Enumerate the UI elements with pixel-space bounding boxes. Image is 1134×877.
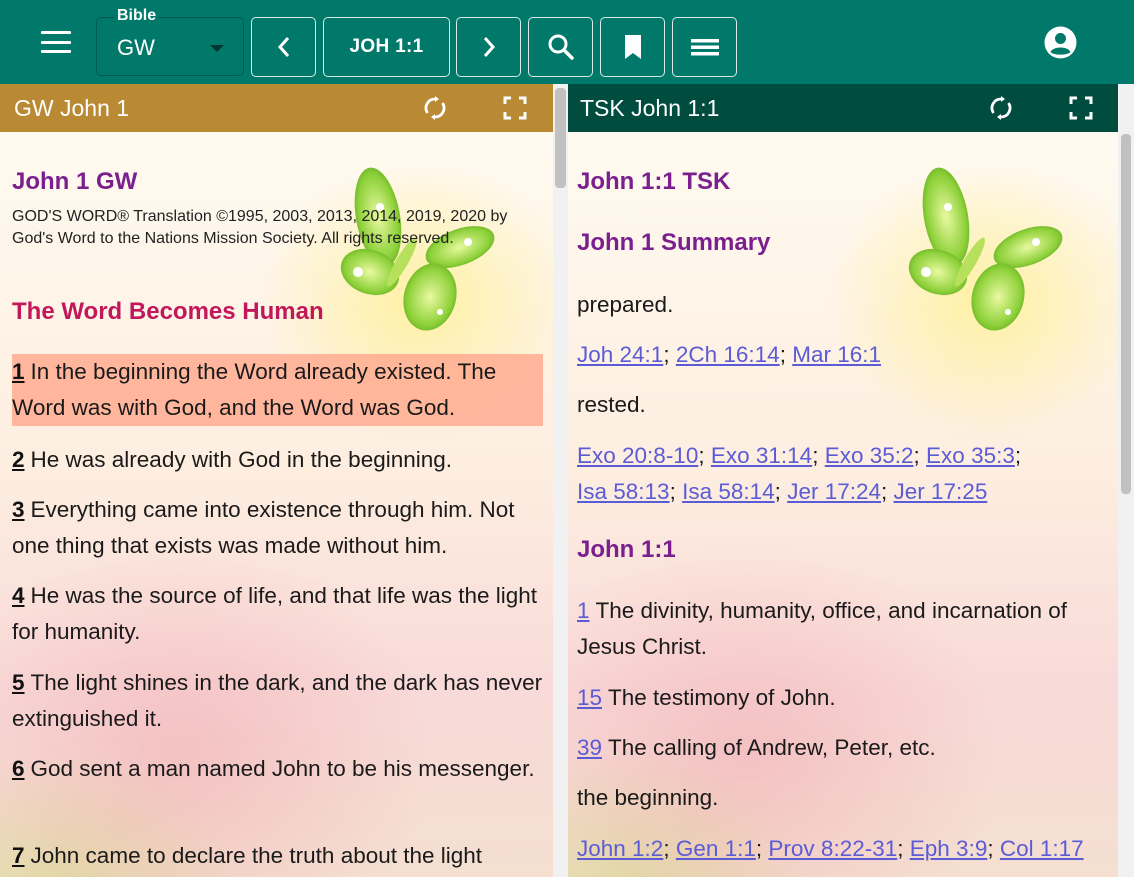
outline-entry-number[interactable]: 39	[577, 735, 602, 760]
left-scrollbar-thumb[interactable]	[555, 88, 566, 188]
verse-number[interactable]: 4	[12, 583, 25, 608]
verse-number[interactable]: 2	[12, 447, 25, 472]
verse-number[interactable]: 5	[12, 670, 25, 695]
verse-text: He was the source of life, and that life…	[12, 583, 538, 644]
fullscreen-icon[interactable]	[502, 95, 528, 121]
cross-reference-link[interactable]: Col 1:17	[1000, 836, 1084, 861]
reference-button[interactable]: JOH 1:1	[323, 17, 450, 77]
verse-5[interactable]: 5 The light shines in the dark, and the d…	[12, 665, 543, 737]
list-icon	[690, 39, 719, 56]
right-scrollbar-thumb[interactable]	[1121, 134, 1131, 494]
verse-number[interactable]: 6	[12, 756, 25, 781]
app-toolbar: Bible GW JOH 1:1	[0, 0, 1134, 84]
bible-select-value: GW	[117, 35, 155, 60]
verse-number[interactable]: 3	[12, 497, 25, 522]
verse-text: The light shines in the dark, and the da…	[12, 670, 543, 731]
bible-version-select[interactable]: Bible GW	[96, 7, 244, 76]
cross-reference-link[interactable]: Joh 24:1	[577, 342, 663, 367]
verse-text: Everything came into existence through h…	[12, 497, 515, 558]
next-chapter-button[interactable]	[456, 17, 521, 77]
cross-references-prepared: Joh 24:1; 2Ch 16:14; Mar 16:1	[577, 342, 881, 367]
keyword-beginning: the beginning.	[577, 785, 719, 810]
book-title: John 1 GW	[12, 168, 138, 195]
caret-down-icon	[210, 45, 224, 52]
chevron-left-icon	[277, 37, 289, 57]
cross-reference-link[interactable]: Prov 8:22-31	[768, 836, 897, 861]
list-button[interactable]	[672, 17, 737, 77]
verse-text: God sent a man named John to be his mess…	[30, 756, 535, 781]
verse-7[interactable]: 7 John came to declare the truth about th…	[12, 838, 543, 874]
cross-reference-link[interactable]: Exo 20:8-10	[577, 443, 698, 468]
verse-2[interactable]: 2 He was already with God in the beginnin…	[12, 442, 543, 478]
outline-entry-text: The testimony of John.	[608, 685, 836, 710]
outline-entry-number[interactable]: 15	[577, 685, 602, 710]
right-pane-content[interactable]: John 1:1 TSK John 1 Summary prepared. Jo…	[568, 132, 1118, 877]
outline-entry-number[interactable]: 1	[577, 598, 590, 623]
cross-references-beginning: John 1:2; Gen 1:1; Prov 8:22-31; Eph 3:9…	[577, 836, 1084, 861]
cross-reference-link[interactable]: Gen 1:1	[676, 836, 756, 861]
cross-reference-link[interactable]: John 1:2	[577, 836, 663, 861]
cross-reference-link[interactable]: Exo 35:3	[926, 443, 1015, 468]
fullscreen-icon[interactable]	[1068, 95, 1094, 121]
cross-reference-link[interactable]: Exo 31:14	[711, 443, 812, 468]
outline-entry: 15 The testimony of John.	[577, 680, 1107, 716]
sync-icon[interactable]	[988, 95, 1014, 121]
outline-entry-text: The calling of Andrew, Peter, etc.	[608, 735, 936, 760]
keyword-rested: rested.	[577, 392, 646, 417]
outline-entry: 39 The calling of Andrew, Peter, etc.	[577, 730, 1107, 766]
section-title: The Word Becomes Human	[12, 298, 324, 325]
cross-reference-link[interactable]: Eph 3:9	[910, 836, 988, 861]
left-pane-title: GW John 1	[14, 94, 130, 121]
tsk-title: John 1:1 TSK	[577, 168, 731, 195]
copyright-text: GOD'S WORD® Translation ©1995, 2003, 201…	[12, 208, 508, 247]
verse-text: John came to declare the truth about the…	[30, 843, 483, 868]
verse-6[interactable]: 6 God sent a man named John to be his mes…	[12, 751, 543, 787]
cross-reference-link[interactable]: Isa 58:14	[682, 479, 775, 504]
verse-number[interactable]: 7	[12, 843, 25, 868]
cross-reference-link[interactable]: Mar 16:1	[792, 342, 881, 367]
sync-icon[interactable]	[422, 95, 448, 121]
verse-text: In the beginning the Word already existe…	[12, 359, 497, 420]
search-icon	[548, 34, 574, 60]
verse-number[interactable]: 1	[12, 359, 25, 384]
menu-icon[interactable]	[38, 28, 74, 56]
right-scrollbar[interactable]	[1118, 84, 1134, 877]
search-button[interactable]	[528, 17, 593, 77]
butterfly-image	[340, 167, 495, 331]
left-pane-content[interactable]: John 1 GW GOD'S WORD® Translation ©1995,…	[0, 132, 553, 877]
chevron-right-icon	[483, 37, 495, 57]
bookmark-icon	[624, 35, 641, 59]
cross-reference-link[interactable]: 2Ch 16:14	[676, 342, 780, 367]
cross-references-rested-1: Exo 20:8-10; Exo 31:14; Exo 35:2; Exo 35…	[577, 443, 1022, 468]
right-pane-title: TSK John 1:1	[580, 94, 720, 121]
cross-reference-link[interactable]: Jer 17:24	[787, 479, 881, 504]
verse-text: He was already with God in the beginning…	[30, 447, 453, 472]
verse-4[interactable]: 4 He was the source of life, and that lif…	[12, 578, 543, 650]
cross-references-rested-2: Isa 58:13; Isa 58:14; Jer 17:24; Jer 17:…	[577, 479, 988, 504]
outline-entry: 1 The divinity, humanity, office, and inc…	[577, 593, 1107, 665]
bookmark-button[interactable]	[600, 17, 665, 77]
cross-reference-link[interactable]: Isa 58:13	[577, 479, 670, 504]
left-pane-header: GW John 1	[0, 84, 553, 132]
outline-entry-text: The divinity, humanity, office, and inca…	[577, 598, 1068, 659]
left-scrollbar[interactable]	[553, 84, 568, 877]
keyword-prepared: prepared.	[577, 292, 674, 317]
account-circle-icon[interactable]	[1044, 26, 1077, 59]
previous-chapter-button[interactable]	[251, 17, 316, 77]
summary-title: John 1 Summary	[577, 229, 771, 256]
verse-3[interactable]: 3 Everything came into existence through …	[12, 492, 543, 564]
right-pane-header: TSK John 1:1	[568, 84, 1118, 132]
verse-1[interactable]: 1 In the beginning the Word already exist…	[12, 354, 543, 426]
cross-reference-link[interactable]: Exo 35:2	[825, 443, 914, 468]
bible-select-label: Bible	[115, 7, 159, 25]
verse-section-title: John 1:1	[577, 536, 676, 563]
cross-reference-link[interactable]: Jer 17:25	[894, 479, 988, 504]
